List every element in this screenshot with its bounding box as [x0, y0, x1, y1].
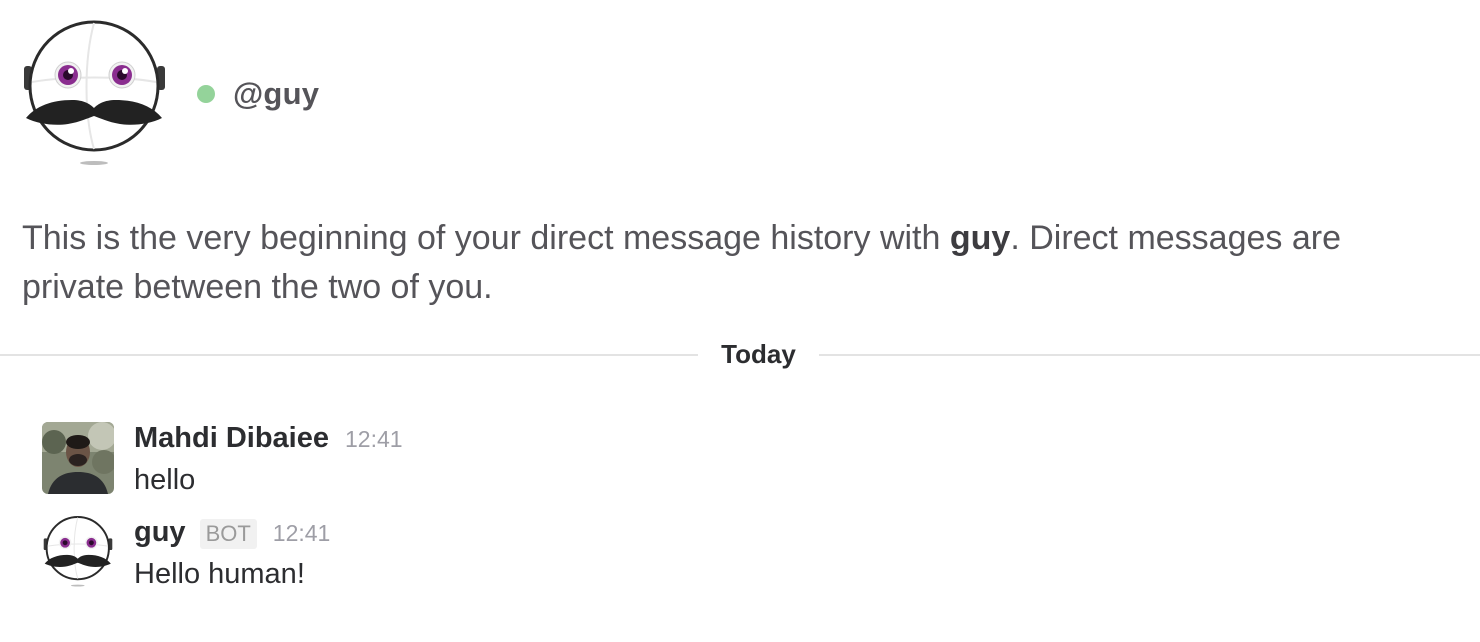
bot-avatar[interactable]	[42, 516, 114, 588]
message-item: guy BOT 12:41 Hello human!	[42, 516, 330, 591]
intro-text-before: This is the very beginning of your direc…	[22, 219, 950, 257]
user-avatar[interactable]	[42, 422, 114, 494]
message-timestamp[interactable]: 12:41	[345, 426, 403, 453]
divider-line-right	[819, 354, 1480, 356]
channel-intro-text: This is the very beginning of your direc…	[22, 214, 1452, 312]
sender-name[interactable]: guy	[134, 516, 186, 549]
message-body: Mahdi Dibaiee 12:41 hello	[134, 422, 403, 497]
day-divider-label: Today	[721, 339, 796, 369]
user-photo-avatar	[42, 422, 114, 494]
intro-handle: @guy	[197, 76, 319, 112]
message-item: Mahdi Dibaiee 12:41 hello	[42, 422, 403, 497]
message-text: Hello human!	[134, 558, 305, 590]
bot-avatar-large[interactable]	[22, 20, 167, 168]
presence-indicator-icon	[197, 85, 215, 103]
message-body: guy BOT 12:41 Hello human!	[134, 516, 330, 591]
bot-badge: BOT	[199, 519, 257, 549]
day-divider: Today	[0, 334, 1480, 374]
dm-channel-view: @guy This is the very beginning of your …	[0, 0, 1480, 642]
message-text: hello	[134, 464, 196, 496]
sender-name[interactable]: Mahdi Dibaiee	[134, 422, 329, 455]
robot-mustache-icon	[43, 516, 113, 587]
message-header: Mahdi Dibaiee 12:41	[134, 422, 403, 462]
message-timestamp[interactable]: 12:41	[273, 520, 331, 547]
robot-mustache-icon	[24, 20, 165, 165]
user-handle[interactable]: @guy	[233, 76, 319, 112]
message-header: guy BOT 12:41	[134, 516, 330, 556]
intro-bold-name[interactable]: guy	[950, 219, 1010, 257]
divider-line-left	[0, 354, 698, 356]
